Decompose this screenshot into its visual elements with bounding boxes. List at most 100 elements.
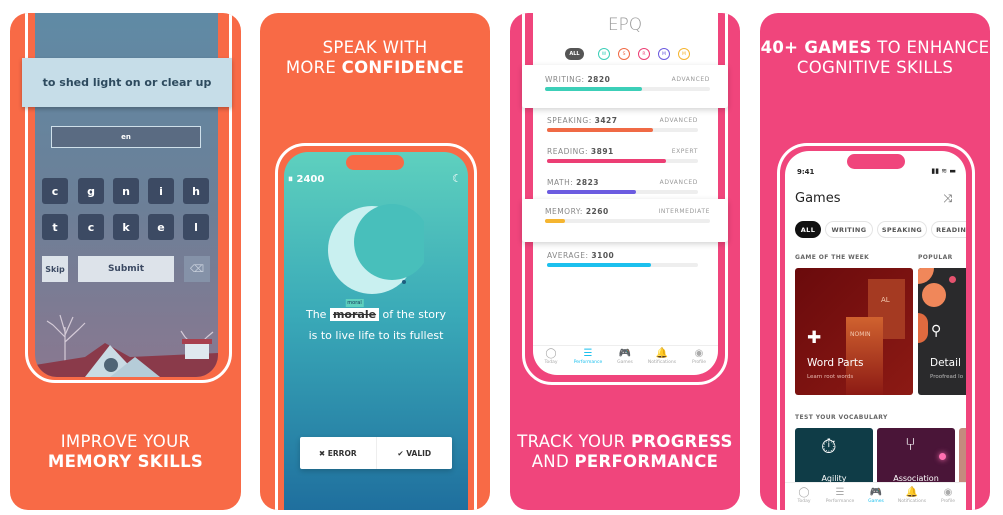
definition-banner: to shed light on or clear up: [22, 58, 232, 107]
popular-label: POPULAR: [918, 254, 953, 261]
magnifier-icon: ⚲: [931, 323, 942, 339]
moon-illustration: [328, 204, 424, 294]
game-card-agility[interactable]: ⏱ Agility: [795, 428, 873, 488]
filter-all[interactable]: ALL: [565, 48, 584, 60]
nav-label: Games: [617, 360, 633, 365]
letter-key[interactable]: k: [113, 214, 139, 240]
stat-bar: [545, 219, 710, 223]
stat-value: 3100: [591, 251, 615, 260]
notch: [346, 155, 404, 170]
skip-button[interactable]: Skip: [42, 256, 68, 282]
nav-performance-icon: ☰: [835, 487, 845, 498]
nav-performance-icon: ☰: [583, 348, 593, 359]
stat-row-writing[interactable]: WRITING: 2820 ADVANCED: [545, 75, 710, 95]
filter-r[interactable]: R: [638, 48, 650, 60]
nav-label: Notifications: [647, 360, 677, 365]
pause-icon[interactable]: ⏸: [288, 174, 293, 185]
shuffle-icon[interactable]: ⤨: [943, 192, 952, 206]
stat-value: 2823: [576, 178, 600, 187]
featured-game-card[interactable]: AL NOMIN ✚ Word Parts Learn root words: [795, 268, 913, 395]
letter-key[interactable]: h: [183, 178, 209, 204]
game-card-association[interactable]: ⑂ Association: [877, 428, 955, 488]
stat-bar-fill: [547, 190, 637, 194]
nav-today[interactable]: ◯ Today: [787, 487, 821, 504]
nav-label: Notifications: [897, 499, 927, 504]
filter-s[interactable]: S: [618, 48, 630, 60]
status-time: 9:41: [797, 168, 815, 176]
stat-value: 3427: [594, 116, 618, 125]
puzzle-icon: ✚: [807, 328, 822, 348]
featured-subtitle: Learn root words: [807, 374, 854, 380]
screenshot-performance: EPQ ALL W S R M M ◯ Today ☰ Performance 🎮 Games 🔔 No…: [510, 13, 740, 510]
stat-row-speaking[interactable]: SPEAKING: 3427 ADVANCED: [547, 116, 698, 136]
nav-games-icon: 🎮: [618, 348, 632, 359]
nav-notifications[interactable]: 🔔 Notifications: [895, 487, 929, 504]
nav-today-icon: ◯: [545, 348, 557, 359]
submit-button[interactable]: Submit: [78, 256, 174, 282]
stat-row-reading[interactable]: READING: 3891 EXPERT: [547, 147, 698, 167]
nav-games[interactable]: 🎮 Games: [859, 487, 893, 504]
nav-notifications[interactable]: 🔔 Notifications: [645, 348, 679, 365]
stat-bar-fill: [545, 87, 643, 91]
nav-today[interactable]: ◯ Today: [534, 348, 568, 365]
nav-games[interactable]: 🎮 Games: [608, 348, 642, 365]
stat-name: AVERAGE:: [547, 251, 592, 260]
nav-notifications-icon: 🔔: [655, 348, 669, 359]
chip-reading[interactable]: READING: [931, 221, 966, 238]
nav-performance[interactable]: ☰ Performance: [571, 348, 605, 365]
letter-key[interactable]: e: [148, 214, 174, 240]
night-mode-icon[interactable]: ☾: [452, 172, 462, 185]
backspace-button[interactable]: ⌫: [184, 256, 210, 282]
popular-subtitle: Proofread lo: [930, 374, 964, 380]
wrong-word[interactable]: morale moral: [329, 299, 380, 321]
featured-title: Word Parts: [807, 357, 864, 369]
stopwatch-icon: ⏱: [821, 434, 837, 458]
nav-performance[interactable]: ☰ Performance: [823, 487, 857, 504]
nav-profile[interactable]: ◉ Profile: [682, 348, 716, 365]
nav-profile-icon: ◉: [694, 348, 704, 359]
nav-profile[interactable]: ◉ Profile: [931, 487, 965, 504]
chip-all[interactable]: ALL: [795, 221, 821, 238]
x-icon: ✖: [318, 448, 328, 458]
stat-bar-fill: [547, 263, 652, 267]
stat-bar: [547, 128, 698, 132]
error-button[interactable]: ✖ ERROR: [300, 437, 377, 469]
stat-bar-fill: [547, 159, 667, 163]
letter-key[interactable]: c: [42, 178, 68, 204]
stat-name: MEMORY:: [545, 207, 586, 216]
stat-row-memory[interactable]: MEMORY: 2260 INTERMEDIATE: [545, 207, 710, 227]
chip-speaking[interactable]: SPEAKING: [877, 221, 927, 238]
game-of-week-label: GAME OF THE WEEK: [795, 254, 870, 261]
stat-bar: [545, 87, 710, 91]
filter-w[interactable]: W: [598, 48, 610, 60]
filter-m[interactable]: M: [678, 48, 690, 60]
sentence: The morale moral of the story is to live …: [305, 299, 447, 342]
stat-row-math[interactable]: MATH: 2823 ADVANCED: [547, 178, 698, 198]
stat-label: AVERAGE: 3100: [547, 251, 698, 260]
answer-input[interactable]: en: [51, 126, 201, 148]
popular-game-card[interactable]: ⚲ Detail Proofread lo: [918, 268, 966, 395]
popular-title: Detail: [930, 357, 961, 369]
letter-key[interactable]: l: [183, 214, 209, 240]
page-title: Games: [795, 191, 841, 206]
vocab-label: TEST YOUR VOCABULARY: [795, 414, 888, 421]
nav-label: Performance: [825, 499, 855, 504]
chip-writing[interactable]: WRITING: [825, 221, 873, 238]
letter-key[interactable]: i: [148, 178, 174, 204]
phone-screen: ⏸ 2400 ☾ The morale moral of the story is…: [284, 152, 468, 510]
letter-key[interactable]: t: [42, 214, 68, 240]
epq-title: EPQ: [607, 15, 643, 35]
rooftop-scene: [35, 314, 218, 377]
stat-level: ADVANCED: [671, 76, 710, 83]
valid-button[interactable]: ✔ VALID: [377, 437, 453, 469]
stat-row-average[interactable]: AVERAGE: 3100: [547, 251, 698, 271]
stat-name: WRITING:: [545, 75, 588, 84]
stat-level: ADVANCED: [659, 117, 698, 124]
stat-name: MATH:: [547, 178, 577, 187]
stat-bar-fill: [547, 128, 653, 132]
letter-key[interactable]: c: [78, 214, 104, 240]
letter-key[interactable]: n: [113, 178, 139, 204]
stat-bar: [547, 263, 698, 267]
filter-m[interactable]: M: [658, 48, 670, 60]
letter-key[interactable]: g: [78, 178, 104, 204]
